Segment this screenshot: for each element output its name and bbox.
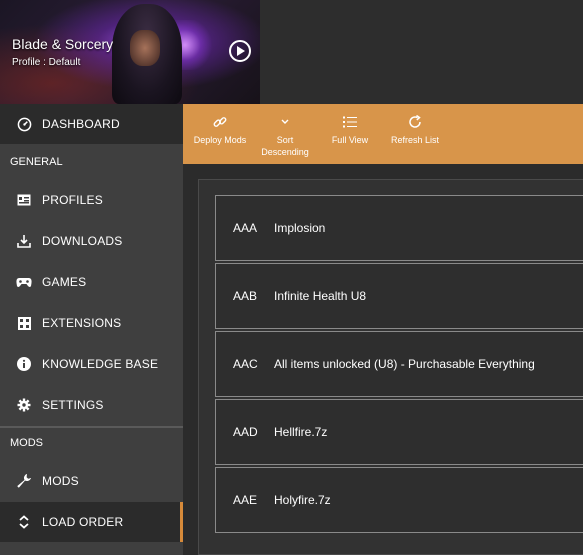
- chevron-down-icon: [281, 113, 289, 131]
- gamepad-icon: [16, 274, 32, 290]
- load-order-row[interactable]: AAA Implosion: [215, 195, 583, 261]
- refresh-list-button[interactable]: Refresh List: [387, 104, 443, 146]
- sidebar-item-knowledge-base[interactable]: KNOWLEDGE BASE: [0, 344, 183, 384]
- top-bar: [260, 0, 583, 104]
- sort-icon: [16, 514, 32, 530]
- gear-icon: [16, 397, 32, 413]
- mod-name: All items unlocked (U8) - Purchasable Ev…: [274, 357, 535, 371]
- sidebar: DASHBOARD GENERAL PROFILES DOWNLOADS GAM…: [0, 104, 183, 555]
- sidebar-item-label: KNOWLEDGE BASE: [42, 357, 159, 371]
- load-order-code: AAD: [233, 425, 258, 439]
- game-banner: Blade & Sorcery Profile : Default: [0, 0, 260, 104]
- sidebar-item-profiles[interactable]: PROFILES: [0, 180, 183, 220]
- wrench-icon: [16, 473, 32, 489]
- load-order-row[interactable]: AAD Hellfire.7z: [215, 399, 583, 465]
- mod-name: Holyfire.7z: [274, 493, 331, 507]
- load-order-panel: AAA Implosion AAB Infinite Health U8 AAC…: [198, 179, 583, 555]
- download-icon: [16, 233, 32, 249]
- game-title: Blade & Sorcery: [12, 36, 114, 52]
- sidebar-item-label: MODS: [42, 474, 79, 488]
- main-content: AAA Implosion AAB Infinite Health U8 AAC…: [183, 164, 583, 555]
- sidebar-item-games[interactable]: GAMES: [0, 262, 183, 302]
- profiles-icon: [16, 192, 32, 208]
- sidebar-item-label: GAMES: [42, 275, 87, 289]
- full-view-label: Full View: [331, 135, 369, 145]
- refresh-icon: [408, 113, 422, 131]
- load-order-row[interactable]: AAE Holyfire.7z: [215, 467, 583, 533]
- sidebar-item-label: SETTINGS: [42, 398, 104, 412]
- sidebar-item-downloads[interactable]: DOWNLOADS: [0, 221, 183, 261]
- play-icon: [237, 46, 245, 56]
- active-profile: Profile : Default: [12, 57, 81, 68]
- sidebar-item-label: LOAD ORDER: [42, 515, 124, 529]
- dashboard-icon: [16, 116, 32, 132]
- load-order-code: AAE: [233, 493, 258, 507]
- sidebar-item-label: DASHBOARD: [42, 117, 120, 131]
- link-icon: [213, 113, 227, 131]
- action-toolbar: Deploy Mods Sort Descending Full View Re…: [183, 104, 583, 164]
- sidebar-item-extensions[interactable]: EXTENSIONS: [0, 303, 183, 343]
- mod-name: Implosion: [274, 221, 326, 235]
- sort-label-line1: Sort: [276, 135, 294, 145]
- info-icon: [16, 356, 32, 372]
- list-icon: [343, 113, 357, 131]
- load-order-code: AAC: [233, 357, 258, 371]
- banner-art-face: [130, 30, 160, 66]
- load-order-code: AAB: [233, 289, 258, 303]
- sort-label-line2: Descending: [261, 147, 309, 157]
- sidebar-item-label: PROFILES: [42, 193, 103, 207]
- load-order-code: AAA: [233, 221, 258, 235]
- extensions-icon: [16, 315, 32, 331]
- mod-name: Hellfire.7z: [274, 425, 328, 439]
- sidebar-item-settings[interactable]: SETTINGS: [0, 385, 183, 425]
- sidebar-item-label: DOWNLOADS: [42, 234, 123, 248]
- deploy-mods-label: Deploy Mods: [193, 135, 247, 145]
- sidebar-item-load-order[interactable]: LOAD ORDER: [0, 502, 183, 542]
- mod-name: Infinite Health U8: [274, 289, 367, 303]
- sidebar-item-mods[interactable]: MODS: [0, 461, 183, 501]
- section-header-general: GENERAL: [0, 147, 183, 177]
- sort-descending-button[interactable]: Sort Descending: [257, 104, 313, 158]
- load-order-row[interactable]: AAB Infinite Health U8: [215, 263, 583, 329]
- sidebar-item-label: EXTENSIONS: [42, 316, 122, 330]
- deploy-mods-button[interactable]: Deploy Mods: [183, 104, 257, 146]
- load-order-row[interactable]: AAC All items unlocked (U8) - Purchasabl…: [215, 331, 583, 397]
- sidebar-item-dashboard[interactable]: DASHBOARD: [0, 104, 183, 144]
- refresh-list-label: Refresh List: [390, 135, 440, 145]
- full-view-button[interactable]: Full View: [313, 104, 387, 146]
- launch-game-button[interactable]: [229, 40, 251, 62]
- section-header-mods: MODS: [0, 428, 183, 458]
